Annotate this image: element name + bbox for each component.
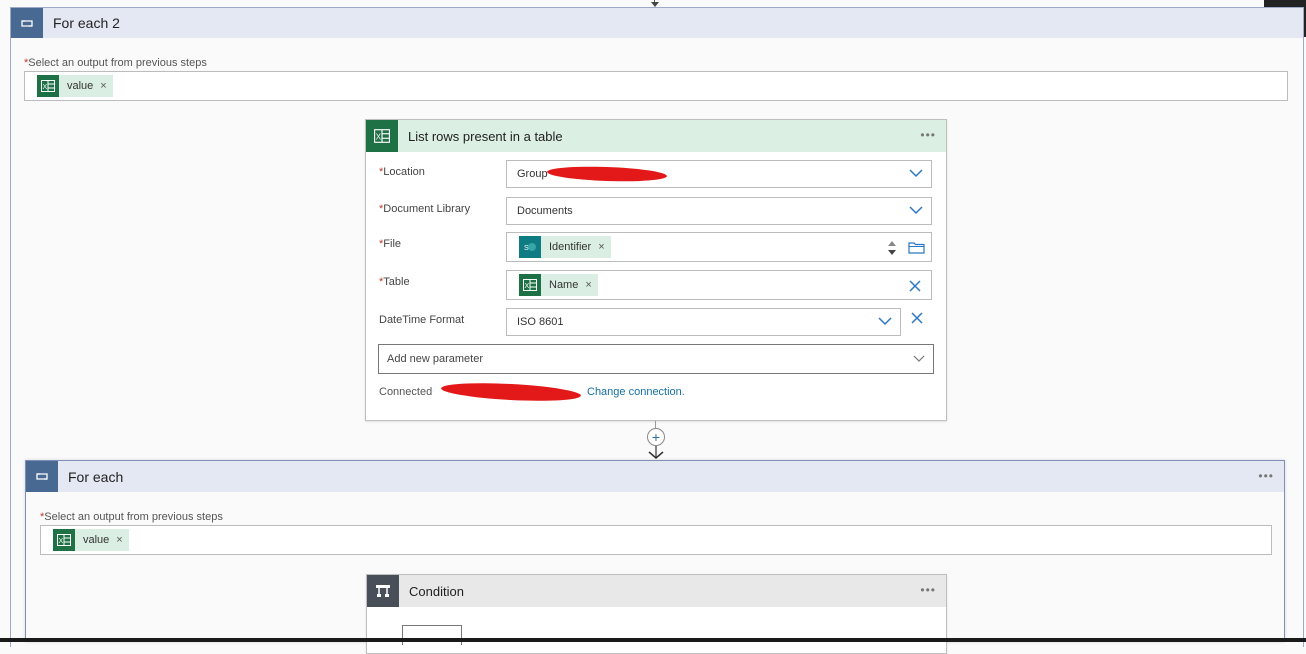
add-parameter-dropdown[interactable]: Add new parameter [378,344,934,374]
table-name-token[interactable]: X Name × [519,274,598,296]
location-value: Group [517,168,548,180]
inner-select-label: *Select an output from previous steps [40,511,223,523]
for-each-2-title: For each 2 [53,15,120,31]
datetime-value: ISO 8601 [517,316,564,328]
condition-card: Condition ••• [366,574,947,654]
condition-header[interactable]: Condition ••• [367,575,946,607]
outer-output-input[interactable]: X value × [24,71,1288,101]
stepper-icon[interactable] [887,239,897,257]
chevron-down-icon [909,206,923,215]
svg-text:X: X [59,538,64,545]
condition-title: Condition [409,583,464,599]
location-dropdown[interactable]: Group [506,160,932,188]
plus-icon: + [651,429,661,445]
more-options-icon[interactable]: ••• [920,583,936,597]
chevron-down-icon [878,317,892,326]
table-label: *Table [379,276,410,288]
library-label: *Document Library [379,203,471,215]
file-input[interactable]: S Identifier × [506,232,932,262]
file-identifier-token[interactable]: S Identifier × [519,236,611,258]
change-connection-link[interactable]: Change connection. [587,386,685,398]
outer-select-label: *Select an output from previous steps [24,57,207,69]
list-rows-card: X List rows present in a table ••• *Loca… [365,119,947,421]
loop-icon [26,461,58,492]
insert-step-button[interactable]: + [647,428,665,446]
excel-icon: X [519,274,541,296]
more-options-icon[interactable]: ••• [920,128,936,142]
datetime-dropdown[interactable]: ISO 8601 [506,308,901,336]
chevron-down-icon [909,169,923,178]
for-each-title: For each [68,468,124,485]
list-rows-title: List rows present in a table [408,128,563,144]
svg-text:X: X [43,84,48,91]
svg-text:X: X [525,283,530,290]
datetime-label: DateTime Format [379,314,465,326]
inner-value-token-label: value [83,534,110,546]
close-icon[interactable]: × [585,279,591,291]
chevron-down-icon [913,355,925,362]
close-icon[interactable]: × [598,241,604,253]
excel-icon: X [37,75,59,97]
clear-datetime-icon[interactable] [911,312,923,324]
inner-output-input[interactable]: X value × [40,525,1272,555]
excel-icon: X [53,529,75,551]
list-rows-header[interactable]: X List rows present in a table ••• [366,120,946,152]
svg-text:S: S [524,245,529,252]
for-each-scope: For each ••• *Select an output from prev… [25,460,1285,654]
library-dropdown[interactable]: Documents [506,197,932,225]
bottom-edge [0,638,1306,642]
table-token-label: Name [549,279,579,291]
condition-icon [367,575,399,607]
close-icon[interactable]: × [100,80,106,92]
close-icon[interactable]: × [116,534,122,546]
library-value: Documents [517,205,573,217]
file-token-label: Identifier [549,241,592,253]
file-label: *File [379,238,402,250]
inner-select-label-text: Select an output from previous steps [44,511,223,523]
redaction-mark [440,380,582,404]
add-parameter-label: Add new parameter [387,353,483,365]
for-each-header[interactable]: For each ••• [26,461,1284,492]
more-options-icon[interactable]: ••• [1258,469,1274,483]
folder-icon[interactable] [908,241,925,254]
outer-select-label-text: Select an output from previous steps [28,57,207,69]
outer-value-token-label: value [67,80,94,92]
connector-arrow [648,446,664,459]
svg-text:X: X [376,132,382,141]
clear-icon[interactable] [909,280,921,292]
connected-label: Connected [379,386,433,398]
excel-icon: X [366,120,398,152]
outer-value-token[interactable]: X value × [37,75,113,97]
condition-and-dropdown[interactable] [402,625,462,645]
location-label: *Location [379,166,425,178]
loop-icon [11,8,43,38]
inner-value-token[interactable]: X value × [53,529,129,551]
table-input[interactable]: X Name × [506,270,932,300]
for-each-2-header[interactable]: For each 2 [11,8,1303,38]
redaction-mark [546,164,668,184]
sharepoint-icon: S [519,236,541,258]
